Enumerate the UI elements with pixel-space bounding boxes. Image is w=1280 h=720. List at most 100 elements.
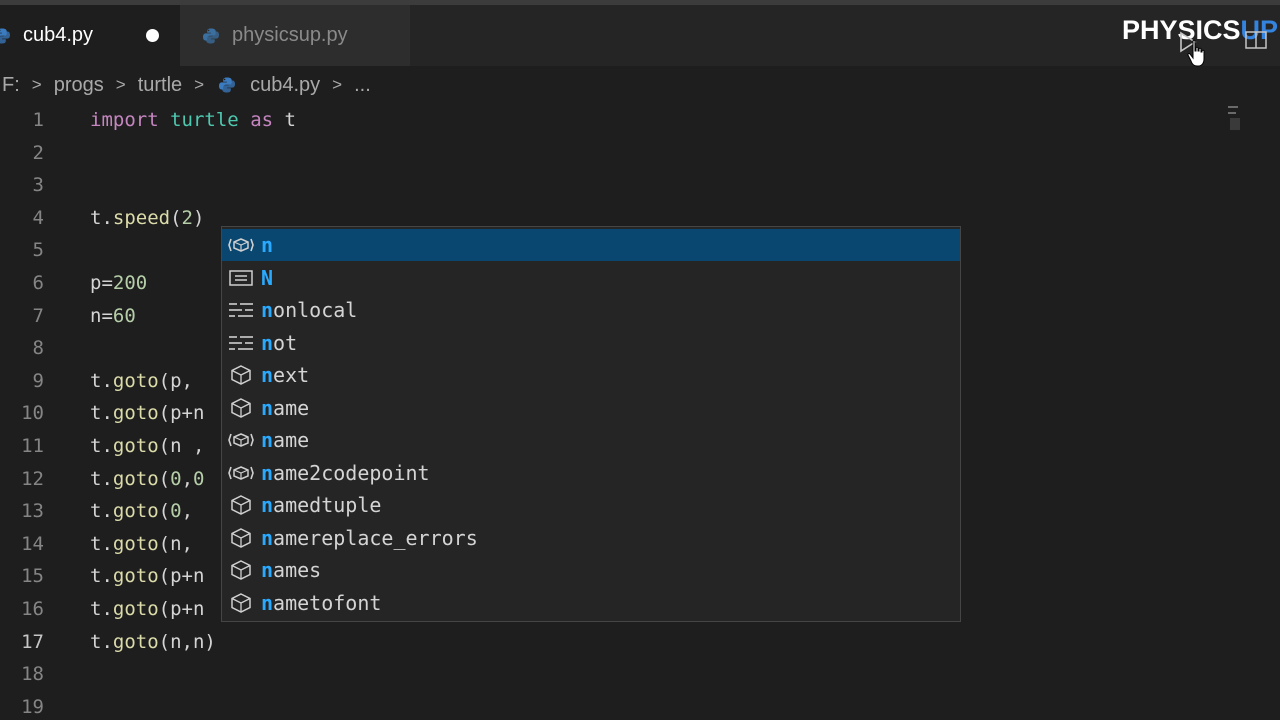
line-number: 11 — [21, 435, 44, 457]
suggestion-item[interactable]: n amereplace_errors — [222, 522, 960, 554]
tab-bar: cub4.py physicsup.py PHYSICSUP — [0, 0, 1280, 67]
suggestion-rest-text: ot — [273, 330, 298, 355]
code-text: t.goto(p+n — [90, 402, 205, 425]
line-number: 12 — [21, 467, 44, 490]
unsaved-dot-icon[interactable] — [146, 29, 159, 42]
suggestion-item[interactable]: n ame2codepoint — [222, 457, 960, 489]
line-number: 13 — [21, 500, 44, 523]
breadcrumb-symbols-ellipsis[interactable]: ... — [354, 74, 371, 97]
line-number: 7 — [32, 304, 44, 327]
code-text: t.goto(p, — [90, 369, 193, 392]
code-line[interactable]: 18 — [0, 658, 1230, 690]
suggestion-match-text: n — [261, 525, 274, 550]
suggestion-rest-text: onlocal — [273, 298, 358, 322]
suggestion-match-text: n — [261, 460, 274, 485]
breadcrumb-separator: > — [194, 75, 205, 94]
suggestion-item[interactable]: n onlocal — [222, 294, 960, 326]
function-icon — [228, 527, 254, 549]
suggestion-match-text: n — [261, 363, 274, 387]
line-number: 10 — [21, 402, 44, 425]
suggestion-item[interactable]: n ametofont — [222, 587, 960, 619]
python-file-icon — [202, 27, 220, 45]
breadcrumb-file-cub4[interactable]: cub4.py — [250, 74, 320, 97]
code-text: import turtle as t — [90, 109, 296, 131]
tab-label: physicsup.py — [232, 24, 348, 46]
line-number: 3 — [32, 174, 44, 197]
variable-icon — [228, 234, 254, 256]
tab-label: cub4.py — [23, 24, 94, 46]
suggestion-item[interactable]: n ot — [222, 327, 960, 359]
constant-icon — [228, 267, 254, 289]
code-line[interactable]: 3 — [0, 169, 1230, 201]
function-icon — [228, 364, 254, 386]
suggestion-rest-text: ext — [273, 363, 310, 387]
suggestion-match-text: n — [261, 395, 274, 420]
variable-icon — [228, 462, 254, 484]
line-number: 17 — [21, 630, 44, 653]
code-line[interactable]: 2 — [0, 137, 1230, 169]
suggestion-item[interactable]: n ames — [222, 554, 960, 586]
breadcrumb-separator: > — [31, 75, 42, 94]
code-text: n=60 — [90, 304, 136, 327]
line-number: 9 — [32, 369, 44, 392]
suggestion-match-text: n — [261, 590, 274, 615]
python-file-icon — [0, 27, 11, 45]
code-text: t.speed(2) — [90, 206, 205, 229]
line-number: 2 — [32, 141, 44, 164]
variable-icon — [228, 429, 254, 451]
breadcrumb: F: > progs > turtle > cub4.py > ... — [0, 70, 373, 100]
tab-cub4-py[interactable]: cub4.py — [0, 5, 180, 66]
breadcrumb-folder-turtle[interactable]: turtle — [138, 74, 182, 97]
function-icon — [228, 494, 254, 516]
code-line[interactable]: 19 — [0, 691, 1230, 720]
breadcrumb-folder-progs[interactable]: progs — [54, 74, 104, 97]
breadcrumb-drive[interactable]: F: — [2, 74, 20, 97]
suggestion-rest-text: ames — [273, 558, 322, 582]
keyword-icon — [228, 299, 254, 321]
suggestion-item[interactable]: n — [222, 229, 960, 261]
line-number: 6 — [32, 272, 44, 294]
line-number: 5 — [32, 239, 44, 262]
suggestion-match-text: n — [261, 558, 274, 582]
suggestion-rest-text: ame — [273, 395, 310, 420]
code-line[interactable]: 1 import turtle as t — [0, 104, 1230, 136]
autocomplete-suggest-widget: n Nn onlocal n ot n ext n ame n ame n ame2codepoint n… — [221, 226, 961, 622]
line-number: 18 — [21, 663, 44, 686]
tab-physicsup-py[interactable]: physicsup.py — [180, 5, 410, 66]
code-text: t.goto(n,n) — [90, 630, 216, 653]
code-text: t.goto(0,0 — [90, 467, 205, 490]
line-number: 8 — [32, 337, 44, 360]
suggestion-item[interactable]: n amedtuple — [222, 489, 960, 521]
suggestion-item[interactable]: n ext — [222, 359, 960, 391]
code-text: t.goto(n, — [90, 532, 193, 555]
breadcrumb-separator: > — [332, 75, 343, 94]
line-number: 16 — [21, 598, 44, 620]
line-number: 15 — [21, 565, 44, 588]
suggestion-match-text: n — [261, 233, 274, 257]
suggestion-match-text: n — [261, 298, 274, 322]
suggestion-item[interactable]: n ame — [222, 424, 960, 456]
suggestion-rest-text: ame2codepoint — [273, 460, 430, 485]
code-text: p=200 — [90, 272, 148, 294]
line-number: 19 — [21, 695, 44, 718]
breadcrumb-separator: > — [115, 75, 126, 94]
function-icon — [228, 592, 254, 614]
function-icon — [228, 559, 254, 581]
suggestion-item[interactable]: n ame — [222, 392, 960, 424]
suggestion-rest-text: ametofont — [273, 590, 382, 615]
code-text: t.goto(0, — [90, 500, 194, 523]
line-number: 1 — [32, 109, 44, 131]
code-line[interactable]: 17 t.goto(n,n) — [0, 626, 1230, 658]
suggestion-match-text: n — [261, 493, 274, 517]
suggestion-item[interactable]: N — [222, 262, 960, 294]
suggestion-rest-text: ame — [273, 428, 310, 452]
split-editor-icon[interactable] — [1244, 30, 1268, 50]
suggestion-rest-text: amedtuple — [273, 493, 382, 517]
code-text: t.goto(p+n — [90, 598, 205, 620]
mouse-pointer-icon — [1187, 39, 1205, 67]
function-icon — [228, 397, 254, 419]
python-file-icon — [218, 76, 236, 94]
line-number: 14 — [21, 532, 44, 555]
minimap-slider[interactable] — [1226, 104, 1244, 134]
line-number: 4 — [32, 206, 44, 229]
